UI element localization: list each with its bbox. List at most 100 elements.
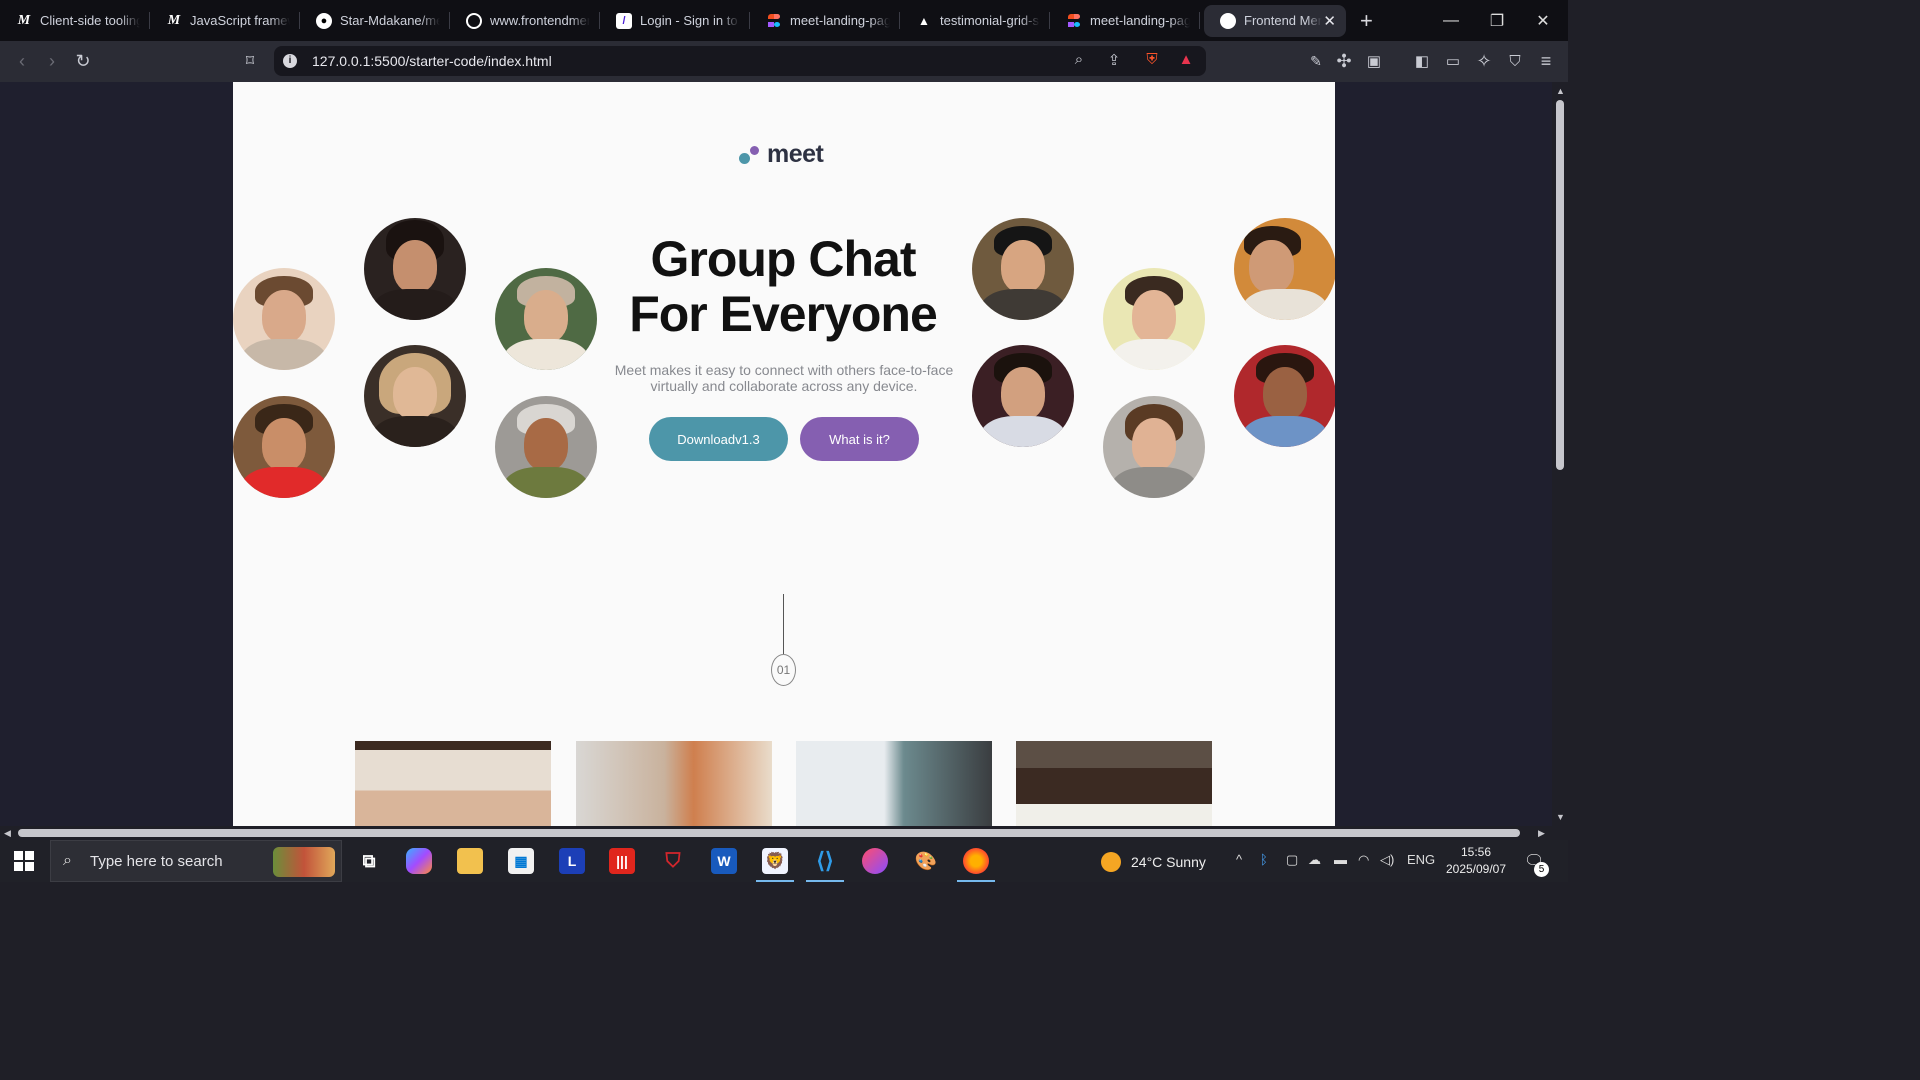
leo-ai-icon[interactable]: ✧	[1472, 49, 1496, 73]
section-divider	[783, 594, 784, 654]
windows-taskbar: ⌕ Type here to search ⧉ ▦ L ||| ⛉ W 🦁 ⟨⟩…	[0, 840, 1568, 882]
puzzle-icon[interactable]: ✣	[1332, 49, 1356, 73]
taskbar-clock[interactable]: 15:56 2025/09/07	[1440, 844, 1512, 878]
browser-tab[interactable]: / Login - Sign in to	[600, 0, 750, 41]
wifi-icon[interactable]: ◠	[1358, 852, 1369, 868]
avatar-photo	[495, 396, 597, 498]
tab-title: Client-side tooling	[40, 13, 140, 28]
cloud-icon[interactable]: ☁	[1308, 852, 1321, 868]
scroll-left-icon[interactable]: ◀	[4, 828, 11, 839]
browser-tab[interactable]: www.frontendmen	[450, 0, 600, 41]
copilot-icon[interactable]	[406, 848, 432, 874]
extension-icon[interactable]: ✎	[1304, 49, 1328, 73]
file-explorer-icon[interactable]	[457, 848, 483, 874]
bluetooth-icon[interactable]: ᛒ	[1260, 852, 1268, 867]
logo-text: meet	[767, 140, 824, 168]
language-indicator[interactable]: ENG	[1407, 852, 1435, 867]
windows-start-icon[interactable]	[14, 851, 34, 871]
tab-title: Star-Mdakane/me	[340, 13, 440, 28]
browser-tab[interactable]: M JavaScript framew	[150, 0, 300, 41]
avatar-photo	[233, 396, 335, 498]
vpn-shield-icon[interactable]: ⛉	[1503, 49, 1527, 73]
bookmark-icon[interactable]: ⌑	[238, 49, 262, 73]
sidebar-icon[interactable]: ◧	[1410, 49, 1434, 73]
browser-tab[interactable]: meet-landing-pag	[1050, 0, 1200, 41]
landing-page: meet Group Chat For Everyone Meet makes …	[233, 82, 1335, 826]
browser-tab[interactable]: ● Star-Mdakane/me	[300, 0, 450, 41]
share-icon[interactable]: ⇪	[1104, 51, 1124, 71]
mdn-icon: M	[167, 12, 181, 28]
close-tab-icon[interactable]: ✕	[1323, 12, 1336, 30]
browser-tab[interactable]: meet-landing-pag	[750, 0, 900, 41]
scroll-right-icon[interactable]: ▶	[1538, 828, 1545, 839]
app-red-icon[interactable]: |||	[609, 848, 635, 874]
battery-icon[interactable]: ▬	[1334, 852, 1347, 867]
hero-title-line: For Everyone	[629, 286, 938, 342]
microsoft-store-icon[interactable]: ▦	[508, 848, 534, 874]
horizontal-scrollbar[interactable]: ◀ ▶	[0, 826, 1552, 840]
menu-icon[interactable]: ≡	[1534, 49, 1558, 73]
reload-icon[interactable]: ↻	[71, 49, 95, 73]
browser-tab-active[interactable]: Frontend Men ✕	[1204, 4, 1346, 37]
firefox-icon[interactable]	[957, 848, 995, 882]
show-hidden-icons[interactable]: ^	[1236, 852, 1242, 867]
figma-icon	[766, 13, 782, 29]
hero-title-line: Group Chat	[650, 231, 917, 287]
search-placeholder[interactable]: Type here to search	[90, 853, 223, 870]
login-icon: /	[616, 12, 632, 29]
meet-logo: meet	[737, 140, 824, 169]
close-window-icon[interactable]: ✕	[1520, 0, 1566, 41]
site-info-icon[interactable]: i	[283, 54, 297, 68]
download-button[interactable]: Downloadv1.3	[649, 417, 788, 461]
minimize-icon[interactable]: —	[1428, 0, 1474, 41]
vertical-scrollbar[interactable]: ▲ ▼	[1552, 82, 1568, 826]
url-text[interactable]: 127.0.0.1:5500/starter-code/index.html	[312, 53, 552, 69]
tab-strip: M Client-side tooling M JavaScript frame…	[0, 0, 1568, 41]
scroll-up-icon[interactable]: ▲	[1556, 86, 1565, 96]
restore-icon[interactable]: ❐	[1474, 0, 1520, 41]
volume-icon[interactable]: ◁)	[1380, 852, 1394, 868]
brave-browser-icon[interactable]: 🦁	[756, 848, 794, 882]
scroll-down-icon[interactable]: ▼	[1556, 812, 1565, 822]
paint-icon[interactable]: 🎨	[913, 848, 939, 874]
hero-subtitle: Meet makes it easy to connect with other…	[614, 362, 954, 394]
meet-now-icon[interactable]: ▢	[1286, 852, 1298, 868]
what-is-it-button[interactable]: What is it?	[800, 417, 919, 461]
reader-icon[interactable]: ▣	[1362, 49, 1386, 73]
wallet-icon[interactable]: ▭	[1441, 49, 1465, 73]
scroll-thumb[interactable]	[18, 829, 1520, 837]
tab-title: testimonial-grid-s	[940, 13, 1039, 28]
feature-photo	[796, 741, 992, 826]
avatar-photo	[1103, 268, 1205, 370]
clock-time: 15:56	[1460, 845, 1492, 859]
feature-photo	[1016, 741, 1212, 826]
sun-icon	[1101, 852, 1121, 872]
hero-title: Group Chat For Everyone	[573, 232, 993, 342]
taskbar-search[interactable]: ⌕ Type here to search	[50, 840, 342, 882]
forward-icon[interactable]: ›	[40, 49, 64, 73]
browser-tab[interactable]: ▲ testimonial-grid-s	[900, 0, 1050, 41]
notification-count-badge: 5	[1534, 862, 1549, 877]
task-view-icon[interactable]: ⧉	[356, 848, 382, 874]
weather-widget[interactable]: 24°C Sunny	[1101, 852, 1206, 872]
new-tab-button[interactable]: +	[1360, 8, 1373, 34]
vscode-icon[interactable]: ⟨⟩	[806, 848, 844, 882]
address-bar[interactable]: i 127.0.0.1:5500/starter-code/index.html…	[274, 46, 1206, 76]
brave-rewards-icon[interactable]: ▲	[1176, 51, 1196, 71]
scroll-thumb[interactable]	[1556, 100, 1564, 470]
brave-shields-icon[interactable]: ⛨	[1142, 51, 1162, 71]
browser-tab[interactable]: M Client-side tooling	[0, 0, 150, 41]
tab-title: Login - Sign in to	[640, 13, 738, 28]
avatar-photo	[1234, 218, 1335, 320]
word-icon[interactable]: W	[711, 848, 737, 874]
mcafee-icon[interactable]: ⛉	[660, 848, 686, 874]
app-gradient-icon[interactable]	[862, 848, 888, 874]
avatar-photo	[1234, 345, 1335, 447]
frontendmentor-icon	[466, 12, 482, 29]
back-icon[interactable]: ‹	[10, 49, 34, 73]
zoom-icon[interactable]: ⌕	[1069, 51, 1089, 71]
feature-photo	[355, 741, 551, 826]
mdn-icon: M	[17, 12, 31, 28]
app-l-icon[interactable]: L	[559, 848, 585, 874]
avatar-photo	[1103, 396, 1205, 498]
